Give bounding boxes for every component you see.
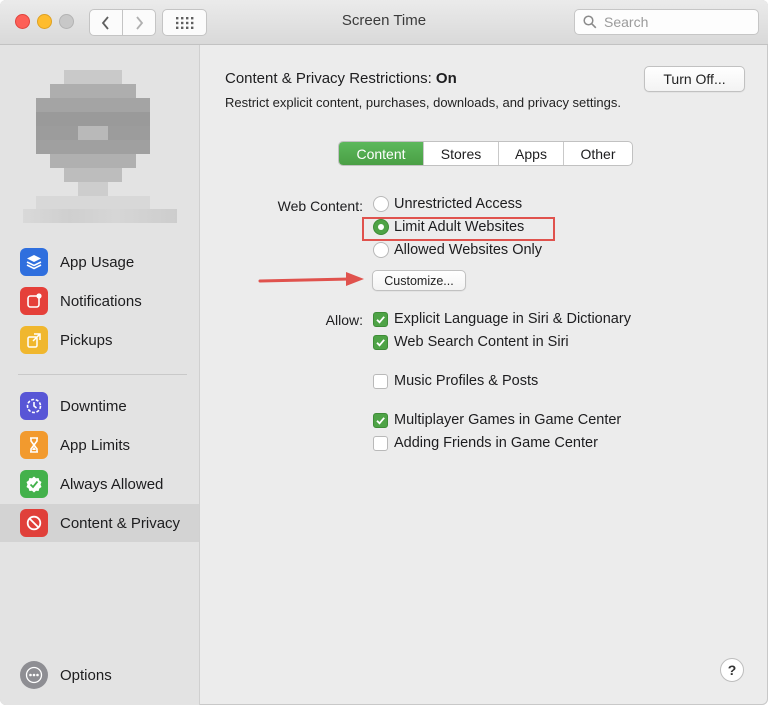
checkbox-checked[interactable] <box>373 311 388 327</box>
sidebar-item-downtime[interactable]: Downtime <box>0 387 199 425</box>
restrictions-status: Content & Privacy Restrictions: On <box>225 70 457 87</box>
web-content-label: Web Content: <box>277 198 363 214</box>
sidebar-item-label: App Limits <box>60 436 131 454</box>
user-name-pixelated <box>23 209 177 223</box>
checkbox-checked[interactable] <box>373 334 388 350</box>
sidebar-item-app-limits[interactable]: App Limits <box>0 426 199 464</box>
sidebar-item-content-privacy[interactable]: Content & Privacy <box>0 504 199 542</box>
radio-label: Unrestricted Access <box>394 196 523 212</box>
app-limits-icon <box>20 431 48 459</box>
checkbox-label: Explicit Language in Siri & Dictionary <box>394 311 631 327</box>
title-bar: Screen Time <box>0 0 768 45</box>
highlight-annotation-box <box>362 217 555 241</box>
content-privacy-icon <box>20 509 48 537</box>
radio-button[interactable] <box>373 242 389 258</box>
sidebar-item-label: Notifications <box>60 292 142 310</box>
checkbox-unchecked[interactable] <box>373 435 388 451</box>
checkbox-label: Adding Friends in Game Center <box>394 435 598 451</box>
radio-unrestricted-access[interactable]: Unrestricted Access <box>373 196 522 212</box>
turn-off-button[interactable]: Turn Off... <box>644 66 745 92</box>
sidebar-item-options[interactable]: Options <box>0 656 199 694</box>
customize-button[interactable]: Customize... <box>372 270 466 291</box>
search-field[interactable] <box>574 9 759 35</box>
tab-stores[interactable]: Stores <box>423 142 498 165</box>
restrictions-description: Restrict explicit content, purchases, do… <box>225 95 621 110</box>
checkbox-checked[interactable] <box>373 412 388 428</box>
checkmark-icon <box>376 315 385 324</box>
checkmark-icon <box>376 338 385 347</box>
options-icon <box>20 661 48 689</box>
notifications-icon <box>20 287 48 315</box>
sidebar-item-label: Pickups <box>60 331 113 349</box>
checkbox-web-search-content[interactable]: Web Search Content in Siri <box>373 334 569 350</box>
checkbox-label: Multiplayer Games in Game Center <box>394 412 622 428</box>
sidebar-item-notifications[interactable]: Notifications <box>0 282 199 320</box>
allow-label: Allow: <box>325 312 363 328</box>
search-input[interactable] <box>602 13 756 31</box>
sidebar-item-label: App Usage <box>60 253 135 271</box>
radio-button[interactable] <box>373 196 389 212</box>
sidebar-item-label: Content & Privacy <box>60 514 181 532</box>
restrictions-status-value: On <box>435 70 457 87</box>
sidebar-item-always-allowed[interactable]: Always Allowed <box>0 465 199 503</box>
checkbox-multiplayer-games[interactable]: Multiplayer Games in Game Center <box>373 412 621 428</box>
options-label: Options <box>60 666 112 684</box>
search-icon <box>583 15 597 29</box>
avatar[interactable] <box>36 70 150 210</box>
tab-apps[interactable]: Apps <box>498 142 563 165</box>
arrow-annotation-icon <box>258 272 364 286</box>
tab-other[interactable]: Other <box>563 142 632 165</box>
checkbox-music-profiles[interactable]: Music Profiles & Posts <box>373 373 538 389</box>
restrictions-status-label: Content & Privacy Restrictions: <box>225 70 436 87</box>
sidebar-item-label: Downtime <box>60 397 127 415</box>
screen-time-window: Screen Time App Usage <box>0 0 768 705</box>
sidebar-item-pickups[interactable]: Pickups <box>0 321 199 359</box>
radio-allowed-websites-only[interactable]: Allowed Websites Only <box>373 242 542 258</box>
category-tabs: Content Stores Apps Other <box>338 141 633 166</box>
sidebar: App Usage Notifications Pickups Downtime <box>0 45 200 705</box>
always-allowed-icon <box>20 470 48 498</box>
checkbox-label: Music Profiles & Posts <box>394 373 539 389</box>
content-privacy-pane: Content & Privacy Restrictions: On Restr… <box>200 45 768 705</box>
tab-content[interactable]: Content <box>339 142 423 165</box>
checkbox-explicit-language[interactable]: Explicit Language in Siri & Dictionary <box>373 311 631 327</box>
pickups-icon <box>20 326 48 354</box>
checkbox-unchecked[interactable] <box>373 373 388 389</box>
sidebar-item-label: Always Allowed <box>60 475 164 493</box>
radio-label: Allowed Websites Only <box>394 242 543 258</box>
sidebar-divider <box>18 374 187 375</box>
help-button[interactable]: ? <box>720 658 744 682</box>
app-usage-icon <box>20 248 48 276</box>
sidebar-item-app-usage[interactable]: App Usage <box>0 243 199 281</box>
checkmark-icon <box>376 416 385 425</box>
checkbox-adding-friends[interactable]: Adding Friends in Game Center <box>373 435 598 451</box>
downtime-icon <box>20 392 48 420</box>
checkbox-label: Web Search Content in Siri <box>394 334 569 350</box>
